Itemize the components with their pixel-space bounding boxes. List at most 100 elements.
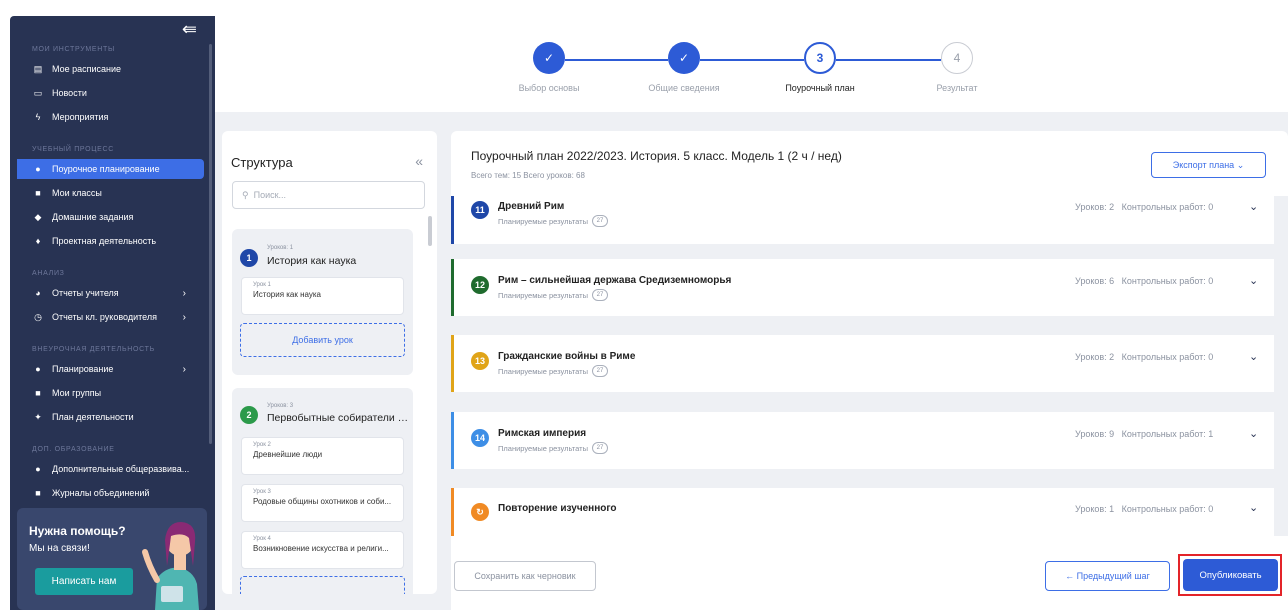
- topic-title: Древний Рим: [498, 201, 565, 212]
- sidebar-item-label: Мое расписание: [52, 64, 122, 74]
- sidebar-item-label: План деятельности: [52, 412, 134, 422]
- topic-number-badge: 14: [471, 429, 489, 447]
- add-lesson-button[interactable]: [240, 576, 405, 594]
- extra-education-icon: ●: [35, 464, 41, 474]
- stepper: ✓ ✓ 3 4 Выбор основы Общие сведения Поур…: [215, 28, 1288, 112]
- plan-meta: Всего тем: 15 Всего уроков: 68: [471, 171, 585, 180]
- sidebar-item-label: Отчеты кл. руководителя: [52, 312, 157, 322]
- lesson-count: Уроков: 6: [1075, 276, 1115, 286]
- pie-chart-icon: ◕: [35, 288, 41, 298]
- topic-title: История как наука: [267, 255, 357, 267]
- topic-title: Первобытные собиратели и о...: [267, 412, 412, 424]
- lesson-title: Возникновение искусства и религи...: [253, 544, 389, 553]
- sidebar-item-news[interactable]: ▭ Новости: [10, 83, 206, 103]
- step-connector: [836, 59, 941, 61]
- sidebar-item-events[interactable]: ϟ Мероприятия: [10, 107, 206, 127]
- step-2-check-icon: ✓: [668, 42, 700, 74]
- expand-chevron-icon[interactable]: ⌄: [1249, 427, 1258, 440]
- sidebar-item-my-classes[interactable]: ■ Мои классы: [10, 183, 206, 203]
- sidebar-scrollbar[interactable]: [209, 44, 212, 444]
- plan-topic-row[interactable]: 12 Рим – сильнейшая держава Средиземномо…: [451, 259, 1274, 316]
- results-count-badge: 27: [592, 289, 608, 301]
- control-count: Контрольных работ: 0: [1121, 504, 1214, 514]
- planned-results-link[interactable]: Планируемые результаты 27: [498, 289, 608, 301]
- sidebar-item-label: Отчеты учителя: [52, 288, 119, 298]
- planned-results-label: Планируемые результаты: [498, 216, 588, 226]
- sidebar-item-planning[interactable]: ● Планирование ›: [10, 359, 206, 379]
- sidebar-item-my-groups[interactable]: ■ Мои группы: [10, 383, 206, 403]
- topic-stats: Уроков: 6 Контрольных работ: 0: [1075, 276, 1213, 286]
- collapse-menu-icon[interactable]: ⇚: [182, 20, 197, 38]
- sidebar-item-lesson-planning[interactable]: ● Поурочное планирование: [17, 159, 204, 179]
- top-bar: [215, 0, 1288, 16]
- sidebar-item-label: Журналы объединений: [52, 488, 150, 498]
- topic-stats: Уроков: 1 Контрольных работ: 0: [1075, 504, 1213, 514]
- planned-results-link[interactable]: Планируемые результаты 27: [498, 365, 608, 377]
- plan-topic-row[interactable]: 11 Древний Рим Планируемые результаты 27 …: [451, 196, 1274, 244]
- collapse-structure-icon[interactable]: «: [415, 153, 423, 169]
- news-icon: ▭: [33, 87, 43, 98]
- save-draft-button[interactable]: Сохранить как черновик: [454, 561, 596, 591]
- lesson-count: Уроков: 2: [1075, 202, 1115, 212]
- results-count-badge: 27: [592, 442, 608, 454]
- section-additional-education: ДОП. ОБРАЗОВАНИЕ: [32, 446, 115, 453]
- planned-results-label: Планируемые результаты: [498, 366, 588, 376]
- sidebar-item-journals[interactable]: ■ Журналы объединений: [10, 483, 206, 503]
- plan-topic-row[interactable]: 14 Римская империя Планируемые результат…: [451, 412, 1274, 469]
- activity-plan-icon: ✦: [34, 411, 42, 422]
- expand-chevron-icon[interactable]: ⌄: [1249, 350, 1258, 363]
- add-lesson-button[interactable]: Добавить урок: [240, 323, 405, 357]
- structure-topic-card[interactable]: 2 Уроков: 3 Первобытные собиратели и о..…: [232, 388, 413, 594]
- expand-chevron-icon[interactable]: ⌄: [1249, 274, 1258, 287]
- sidebar-item-teacher-reports[interactable]: ◕ Отчеты учителя ›: [10, 283, 206, 303]
- plan-title: Поурочный план 2022/2023. История. 5 кла…: [471, 149, 842, 163]
- sidebar-item-projects[interactable]: ♦ Проектная деятельность: [10, 231, 206, 251]
- lesson-count: Уроков: 1: [1075, 504, 1115, 514]
- sidebar-item-homework[interactable]: ◆ Домашние задания: [10, 207, 206, 227]
- export-plan-button[interactable]: Экспорт плана ⌄: [1151, 152, 1266, 178]
- topic-number-badge: 1: [240, 249, 258, 267]
- previous-step-button[interactable]: ← Предыдущий шаг: [1045, 561, 1170, 591]
- lesson-number: Урок 4: [253, 536, 271, 542]
- lesson-item[interactable]: Урок 4 Возникновение искусства и религи.…: [241, 531, 404, 569]
- structure-search-input[interactable]: ⚲ Поиск...: [232, 181, 425, 209]
- step-label-base: Выбор основы: [518, 83, 580, 93]
- sidebar-item-label: Мои классы: [52, 188, 102, 198]
- structure-topic-card[interactable]: 1 Уроков: 1 История как наука Урок 1 Ист…: [232, 229, 413, 375]
- lesson-number: Урок 2: [253, 442, 271, 448]
- step-4-indicator: 4: [941, 42, 973, 74]
- chevron-right-icon: ›: [182, 363, 186, 375]
- plan-topic-row[interactable]: ↻ Повторение изученного Уроков: 1 Контро…: [451, 488, 1274, 536]
- sidebar-item-extra-education[interactable]: ● Дополнительные общеразвива...: [10, 459, 206, 479]
- sidebar-item-class-teacher-reports[interactable]: ◷ Отчеты кл. руководителя ›: [10, 307, 206, 327]
- lesson-count: Уроков: 9: [1075, 429, 1115, 439]
- lesson-number: Урок 3: [253, 489, 271, 495]
- section-extracurricular: ВНЕУРОЧНАЯ ДЕЯТЕЛЬНОСТЬ: [32, 346, 155, 353]
- publish-button[interactable]: Опубликовать: [1183, 559, 1278, 591]
- expand-chevron-icon[interactable]: ⌄: [1249, 200, 1258, 213]
- lesson-item[interactable]: Урок 1 История как наука: [241, 277, 404, 315]
- structure-title: Структура: [231, 155, 293, 170]
- sidebar-item-label: Поурочное планирование: [52, 164, 160, 174]
- sidebar-item-label: Мероприятия: [52, 112, 109, 122]
- structure-scrollbar[interactable]: [428, 216, 432, 246]
- planned-results-link[interactable]: Планируемые результаты 27: [498, 215, 608, 227]
- repeat-icon: ↻: [471, 503, 489, 521]
- calendar-icon: ▤: [33, 63, 43, 74]
- plan-topic-row[interactable]: 13 Гражданские войны в Риме Планируемые …: [451, 335, 1274, 392]
- sidebar-item-schedule[interactable]: ▤ Мое расписание: [10, 59, 206, 79]
- chevron-down-icon: ⌄: [1236, 159, 1245, 170]
- chevron-right-icon: ›: [182, 311, 186, 323]
- lesson-item[interactable]: Урок 2 Древнейшие люди: [241, 437, 404, 475]
- write-us-button[interactable]: Написать нам: [35, 568, 133, 595]
- control-count: Контрольных работ: 0: [1121, 352, 1214, 362]
- planned-results-link[interactable]: Планируемые результаты 27: [498, 442, 608, 454]
- step-label-lesson-plan: Поурочный план: [785, 83, 855, 93]
- sidebar-item-label: Дополнительные общеразвива...: [52, 464, 190, 474]
- sidebar-item-activity-plan[interactable]: ✦ План деятельности: [10, 407, 206, 427]
- expand-chevron-icon[interactable]: ⌄: [1249, 501, 1258, 514]
- classes-icon: ■: [35, 188, 41, 198]
- sidebar: ⇚ МОИ ИНСТРУМЕНТЫ ▤ Мое расписание ▭ Новос…: [10, 16, 215, 610]
- lesson-item[interactable]: Урок 3 Родовые общины охотников и соби..…: [241, 484, 404, 522]
- homework-icon: ◆: [34, 211, 42, 222]
